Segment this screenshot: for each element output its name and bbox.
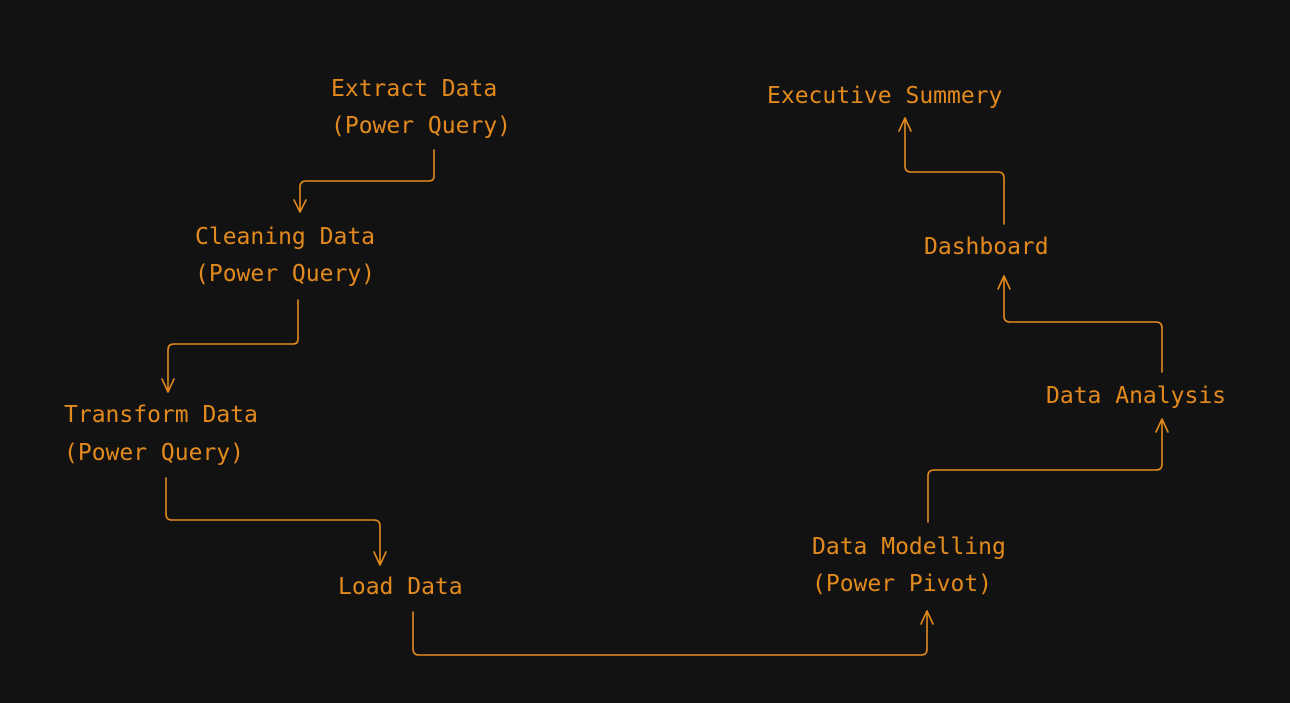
edge-analysis-to-dashboard (997, 275, 1163, 373)
node-dashboard-title: Dashboard (924, 234, 1049, 260)
connectors (161, 117, 1169, 656)
edge-dashboard-to-summary (898, 117, 1005, 225)
node-executive-summary: Executive Summery (767, 83, 1002, 109)
node-cleaning-tool: (Power Query) (195, 261, 375, 287)
edge-load-to-modelling (412, 610, 934, 656)
edge-cleaning-to-transform (161, 299, 299, 393)
edge-modelling-to-analysis (927, 418, 1169, 523)
node-data-modelling: Data Modelling (Power Pivot) (812, 534, 1006, 597)
node-load-data: Load Data (338, 574, 463, 600)
node-extract-title: Extract Data (331, 76, 497, 102)
node-modelling-title: Data Modelling (812, 534, 1006, 560)
node-transform-data: Transform Data (Power Query) (64, 402, 258, 466)
node-modelling-tool: (Power Pivot) (812, 571, 992, 597)
workflow-diagram: Extract Data (Power Query) Cleaning Data… (64, 76, 1226, 656)
node-extract-data: Extract Data (Power Query) (331, 76, 511, 139)
node-transform-title: Transform Data (64, 402, 258, 428)
node-summary-title: Executive Summery (767, 83, 1002, 109)
edge-transform-to-load (165, 477, 387, 566)
node-dashboard: Dashboard (924, 234, 1049, 260)
node-transform-tool: (Power Query) (64, 440, 244, 466)
edge-extract-to-cleaning (293, 149, 435, 213)
node-data-analysis: Data Analysis (1046, 383, 1226, 409)
node-extract-tool: (Power Query) (331, 113, 511, 139)
node-cleaning-data: Cleaning Data (Power Query) (195, 224, 375, 287)
node-cleaning-title: Cleaning Data (195, 224, 375, 250)
node-analysis-title: Data Analysis (1046, 383, 1226, 409)
node-load-title: Load Data (338, 574, 463, 600)
